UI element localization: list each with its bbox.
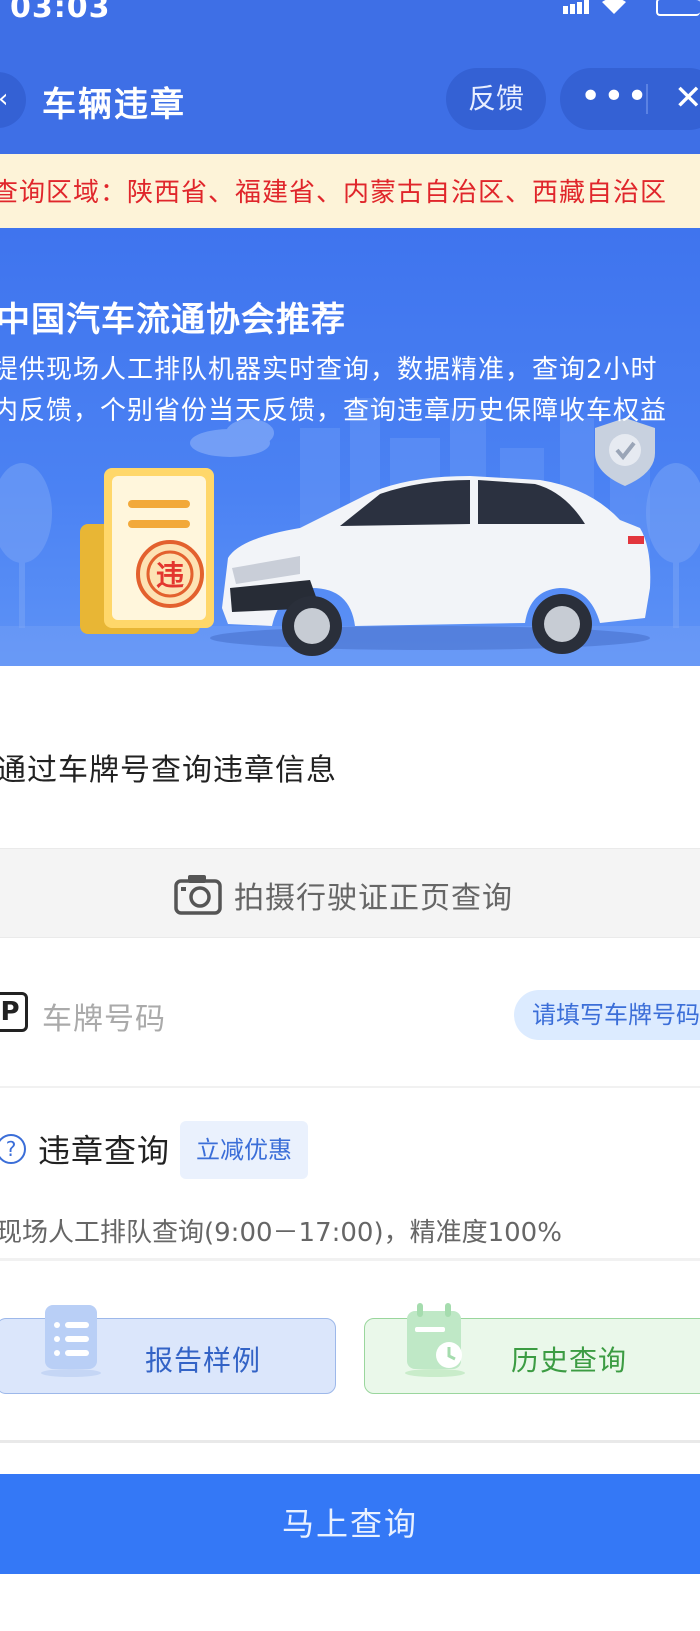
help-icon[interactable]: ?: [0, 1134, 26, 1164]
banner-title: 中国汽车流通协会推荐: [0, 300, 346, 340]
violation-query-row: ? 违章查询 立减优惠: [0, 1118, 700, 1188]
back-button[interactable]: ‹: [0, 72, 26, 128]
divider: [0, 1258, 700, 1261]
capsule-divider: [646, 84, 648, 114]
calendar-clock-icon: [405, 1303, 465, 1377]
wifi-icon: [602, 0, 626, 14]
region-notice-text: 查询区域：陕西省、福建省、内蒙古自治区、西藏自治区: [0, 178, 668, 208]
region-notice: 查询区域：陕西省、福建省、内蒙古自治区、西藏自治区: [0, 154, 700, 228]
close-icon[interactable]: ✕: [674, 78, 700, 118]
plate-number-input[interactable]: 车牌号码: [42, 994, 166, 1038]
status-bar: 03:03: [0, 0, 700, 30]
discount-badge: 立减优惠: [180, 1121, 308, 1179]
plate-number-row[interactable]: P 车牌号码 请填写车牌号码: [0, 980, 700, 1050]
nav-bar: ‹ 车辆违章 反馈 ••• ✕: [0, 30, 700, 154]
history-query-button[interactable]: 历史查询: [364, 1303, 700, 1394]
section-title: 通过车牌号查询违章信息: [0, 753, 337, 788]
divider: [0, 1440, 700, 1443]
promo-banner: 违 中国汽车流通协会推荐 提供现场人工排队机器实时查询，数据精准，查询2小时内反…: [0, 228, 700, 666]
page-title: 车辆违章: [42, 85, 186, 125]
document-badge-icon: 违: [80, 468, 214, 634]
scan-license-button[interactable]: 拍摄行驶证正页查询: [0, 848, 700, 938]
plate-hint-badge: 请填写车牌号码: [514, 990, 700, 1040]
report-sample-button[interactable]: 报告样例: [0, 1305, 336, 1394]
parking-plate-icon: P: [0, 992, 28, 1032]
banner-description: 提供现场人工排队机器实时查询，数据精准，查询2小时内反馈，个别省份当天反馈，查询…: [0, 355, 668, 426]
battery-icon: [656, 0, 700, 16]
feedback-button[interactable]: 反馈: [446, 68, 546, 130]
more-icon[interactable]: •••: [580, 72, 650, 122]
back-icon: ‹: [0, 84, 8, 114]
violation-query-label: 违章查询: [38, 1132, 171, 1170]
query-now-button[interactable]: 马上查询: [0, 1474, 700, 1574]
cellular-signal-icon: [563, 0, 589, 14]
scan-license-label: 拍摄行驶证正页查询: [234, 881, 513, 916]
svg-text:违: 违: [156, 559, 184, 592]
status-time: 03:03: [10, 0, 111, 25]
miniapp-capsule: ••• ✕: [560, 68, 700, 130]
report-sample-label: 报告样例: [145, 1344, 262, 1377]
report-document-icon: [41, 1305, 101, 1377]
camera-icon: [174, 875, 222, 915]
divider: [0, 1086, 700, 1088]
violation-query-description: 现场人工排队查询(9:00－17:00)，精准度100%: [0, 1218, 562, 1248]
history-query-label: 历史查询: [511, 1344, 628, 1377]
